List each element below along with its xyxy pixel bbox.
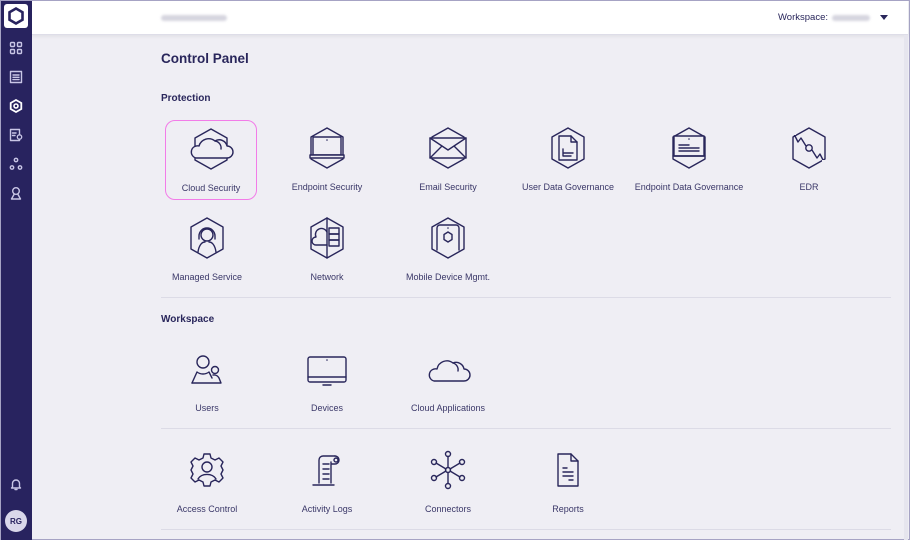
app-window: RG Workspace: Control Panel Protection C…: [0, 0, 910, 540]
section-title-protection: Protection: [161, 93, 211, 104]
list-icon: [9, 70, 23, 84]
chevron-down-icon: [880, 15, 888, 20]
edr-hex-icon: [791, 127, 827, 169]
tile-label: EDR: [799, 182, 819, 192]
hub-icon: [430, 450, 466, 490]
tile-devices[interactable]: Devices: [281, 341, 373, 421]
bell-icon: [10, 479, 22, 491]
cloud-icon: [428, 360, 471, 382]
tile-label: Managed Service: [171, 272, 243, 282]
tile-reports[interactable]: Reports: [522, 442, 614, 522]
top-header: Workspace:: [32, 1, 908, 35]
tile-label: Connectors: [424, 504, 472, 514]
users-icon: [191, 355, 222, 384]
envelope-hex-icon: [429, 127, 467, 169]
user-gear-icon: [190, 453, 224, 487]
sidebar-item-settings-doc[interactable]: [6, 125, 26, 145]
tile-endpoint-security[interactable]: Endpoint Security: [281, 120, 373, 200]
section-divider: [161, 529, 891, 530]
workspace-selector[interactable]: Workspace:: [778, 12, 888, 23]
notifications-button[interactable]: [6, 474, 26, 494]
laptop-hex-icon: [309, 127, 345, 169]
tile-label: Mobile Device Mgmt.: [405, 272, 491, 282]
document-hex-icon: [551, 127, 585, 169]
cloud-hex-icon: [190, 128, 234, 170]
page-title: Control Panel: [161, 51, 249, 66]
hexagon-gear-icon: [9, 99, 23, 113]
tile-endpoint-data-governance[interactable]: Endpoint Data Governance: [635, 120, 743, 200]
section-divider: [161, 297, 891, 298]
user-avatar[interactable]: RG: [5, 510, 27, 532]
scroll-icon: [312, 455, 340, 486]
tile-label: Users: [195, 403, 219, 413]
vertical-scrollbar[interactable]: [904, 35, 908, 540]
hexagon-logo-icon: [8, 7, 24, 25]
grid-icon: [9, 41, 23, 55]
section-title-workspace: Workspace: [161, 314, 215, 325]
workspace-name-redacted: [832, 14, 870, 21]
sidebar-item-support[interactable]: [6, 183, 26, 203]
tile-network[interactable]: Network: [281, 210, 373, 290]
app-logo[interactable]: [4, 4, 28, 28]
tile-label: Cloud Security: [181, 183, 241, 193]
document-gear-icon: [9, 128, 23, 142]
tile-users[interactable]: Users: [161, 341, 253, 421]
tile-label: Devices: [310, 403, 343, 413]
sidebar-item-list[interactable]: [6, 67, 26, 87]
tile-label: Endpoint Data Governance: [634, 182, 744, 192]
tile-email-security[interactable]: Email Security: [402, 120, 494, 200]
tile-cloud-applications[interactable]: Cloud Applications: [402, 341, 494, 421]
tile-label: Email Security: [419, 182, 477, 192]
tile-access-control[interactable]: Access Control: [161, 442, 253, 522]
tile-label: Reports: [552, 504, 584, 514]
tile-user-data-governance[interactable]: User Data Governance: [522, 120, 614, 200]
organization-name-redacted: [161, 15, 227, 21]
monitor-icon: [307, 356, 347, 386]
agent-icon: [10, 187, 22, 200]
tile-connectors[interactable]: Connectors: [402, 442, 494, 522]
section-divider: [161, 428, 891, 429]
mobile-hex-icon: [431, 217, 465, 259]
sidebar-item-control-panel[interactable]: [6, 96, 26, 116]
tile-managed-service[interactable]: Managed Service: [161, 210, 253, 290]
tile-cloud-security[interactable]: Cloud Security: [165, 120, 257, 200]
tile-label: Cloud Applications: [410, 403, 486, 413]
sidebar-item-connections[interactable]: [6, 154, 26, 174]
network-hex-icon: [310, 217, 344, 259]
avatar-initials: RG: [10, 516, 22, 526]
report-icon: [557, 453, 579, 487]
tile-label: Endpoint Security: [291, 182, 363, 192]
tile-label: Network: [310, 272, 344, 282]
tile-mobile-device-mgmt[interactable]: Mobile Device Mgmt.: [402, 210, 494, 290]
tile-label: Access Control: [176, 504, 238, 514]
tile-label: User Data Governance: [521, 182, 615, 192]
sidebar-item-dashboard[interactable]: [6, 38, 26, 58]
monitor-data-hex-icon: [672, 127, 706, 169]
headset-hex-icon: [190, 217, 224, 259]
workspace-label: Workspace:: [778, 12, 828, 23]
nodes-icon: [9, 157, 23, 170]
tile-label: Activity Logs: [301, 504, 353, 514]
tile-edr[interactable]: EDR: [763, 120, 855, 200]
sidebar: RG: [1, 1, 32, 540]
tile-activity-logs[interactable]: Activity Logs: [281, 442, 373, 522]
